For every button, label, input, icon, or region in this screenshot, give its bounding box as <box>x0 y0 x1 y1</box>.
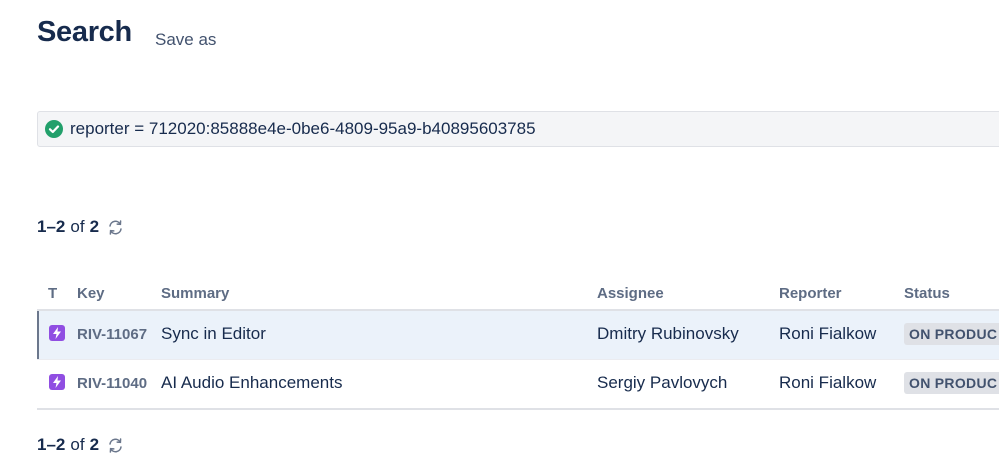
column-header-assignee[interactable]: Assignee <box>597 285 664 302</box>
column-header-type[interactable]: T <box>48 285 57 302</box>
column-header-status[interactable]: Status <box>904 285 950 302</box>
pagination-bottom: 1–2 of 2 <box>37 435 124 455</box>
pagination-range: 1–2 <box>37 435 66 454</box>
save-as-button[interactable]: Save as <box>155 30 216 50</box>
column-header-summary[interactable]: Summary <box>161 285 229 302</box>
refresh-icon[interactable] <box>107 437 124 454</box>
issue-assignee: Dmitry Rubinovsky <box>597 324 739 343</box>
issue-summary-link[interactable]: AI Audio Enhancements <box>161 373 342 393</box>
refresh-icon[interactable] <box>107 219 124 236</box>
pagination-top: 1–2 of 2 <box>37 217 124 237</box>
issue-key-link[interactable]: RIV-11067 <box>77 326 147 343</box>
check-circle-icon <box>45 120 63 138</box>
pagination-total: 2 <box>89 435 100 454</box>
jql-bar <box>37 111 999 147</box>
table-row[interactable]: RIV-11040 AI Audio Enhancements Sergiy P… <box>37 360 999 410</box>
table-header: T Key Summary Assignee Reporter Status <box>37 280 999 311</box>
epic-lightning-icon <box>49 325 65 341</box>
page-title: Search <box>37 16 132 48</box>
issue-reporter: Roni Fialkow <box>779 324 877 343</box>
pagination-of-label: of <box>70 217 85 236</box>
issue-key-link[interactable]: RIV-11040 <box>77 375 147 392</box>
issue-assignee: Sergiy Pavlovych <box>597 373 728 392</box>
status-badge[interactable]: ON PRODUC <box>904 372 999 394</box>
column-header-reporter[interactable]: Reporter <box>779 285 842 302</box>
jql-query-input[interactable] <box>70 119 970 139</box>
column-header-key[interactable]: Key <box>77 285 105 302</box>
pagination-range: 1–2 <box>37 217 66 236</box>
pagination-total: 2 <box>89 217 100 236</box>
pagination-of-label: of <box>70 435 85 454</box>
epic-lightning-icon <box>49 374 65 390</box>
table-row[interactable]: RIV-11067 Sync in Editor Dmitry Rubinovs… <box>37 311 999 360</box>
status-badge[interactable]: ON PRODUC <box>904 323 999 345</box>
issues-table: T Key Summary Assignee Reporter Status R… <box>37 280 999 410</box>
issue-summary-link[interactable]: Sync in Editor <box>161 324 266 344</box>
issue-reporter: Roni Fialkow <box>779 373 877 392</box>
